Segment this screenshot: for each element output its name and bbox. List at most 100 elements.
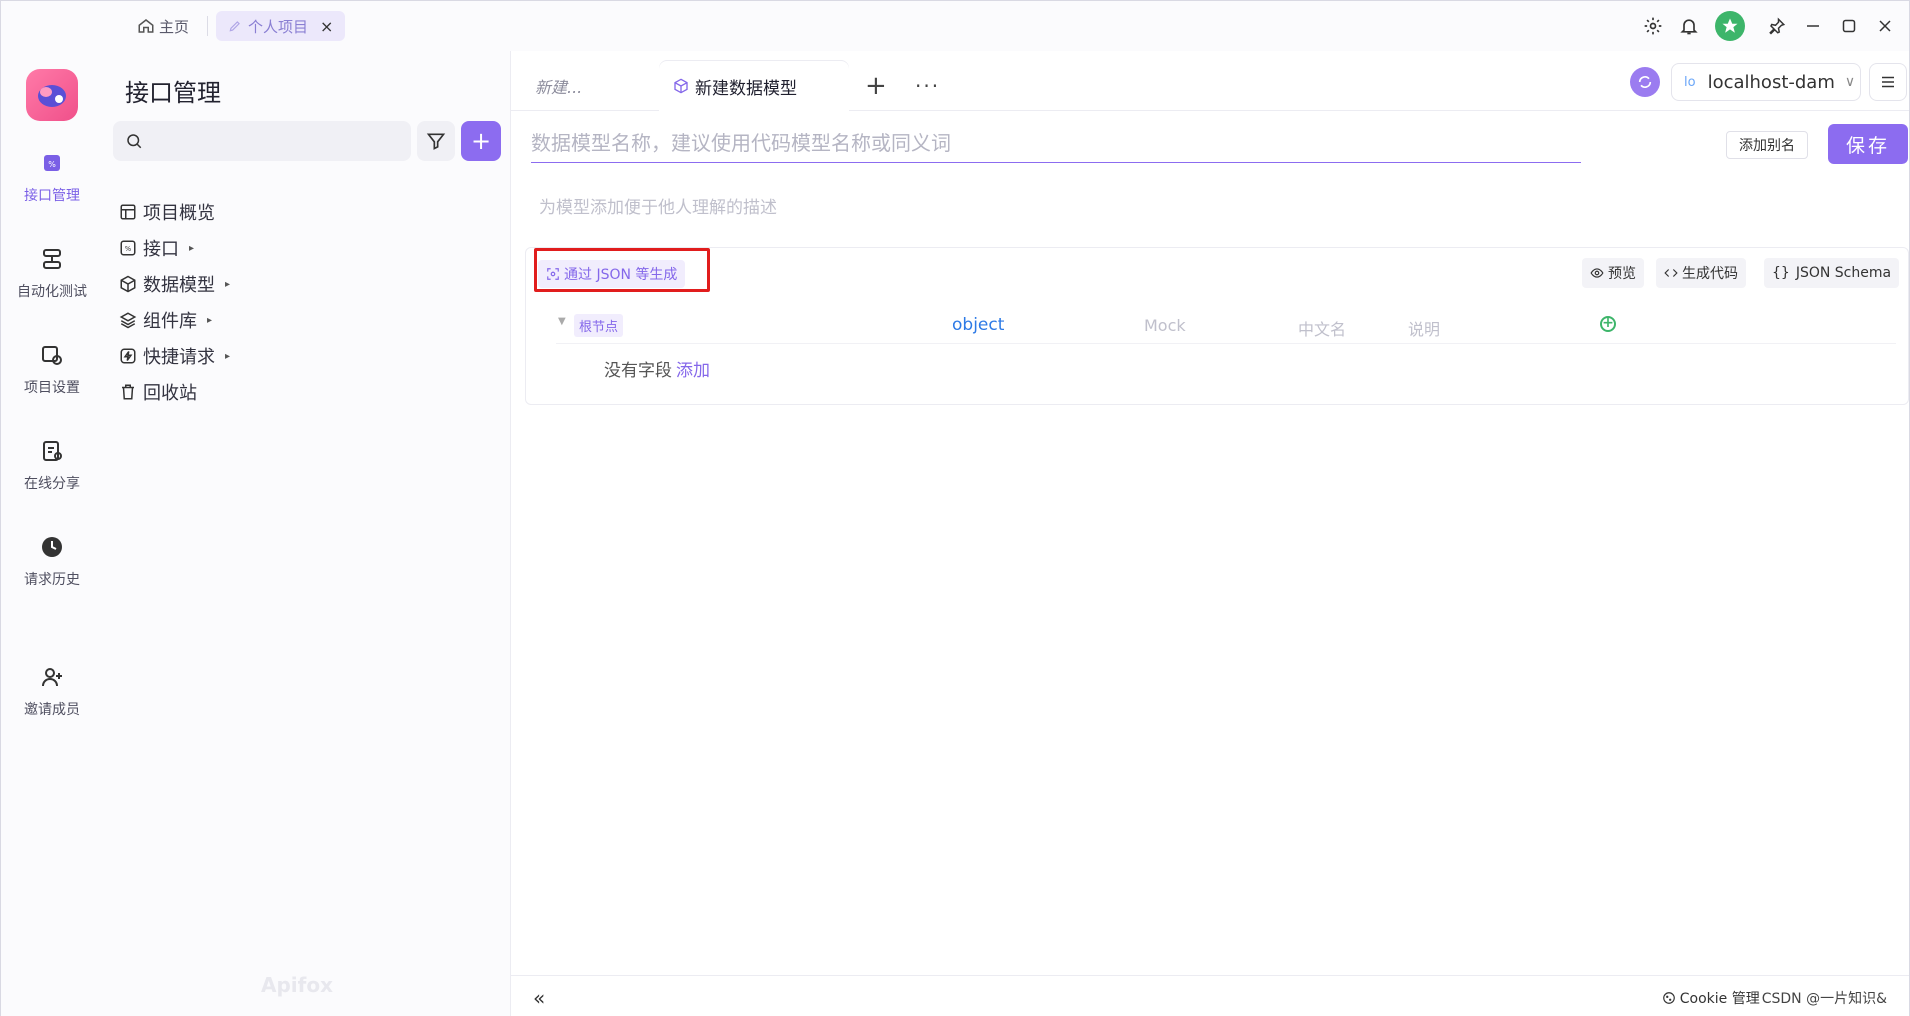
environment-badge: lo bbox=[1684, 74, 1696, 90]
project-tab[interactable]: 个人项目 × bbox=[216, 11, 346, 41]
star-icon bbox=[1722, 18, 1738, 33]
scan-icon bbox=[547, 268, 559, 280]
braces-icon: {} bbox=[1772, 265, 1790, 281]
left-rail: % 接口管理 自动化测试 项目设置 在线分享 请求历史 邀请成员 bbox=[1, 51, 103, 1016]
chevron-down-icon: ∨ bbox=[1844, 74, 1856, 90]
collapse-sidebar-icon[interactable]: « bbox=[533, 986, 545, 1010]
model-name-input[interactable] bbox=[531, 123, 1581, 163]
automation-icon bbox=[43, 249, 61, 269]
filter-button[interactable] bbox=[417, 121, 455, 161]
bottom-bar: « Cookie 管理 CSDN @一片知识& bbox=[511, 975, 1909, 1016]
json-schema-button[interactable]: {} JSON Schema bbox=[1764, 258, 1900, 288]
mock-input[interactable]: Mock bbox=[1144, 316, 1186, 335]
description-input[interactable]: 说明 bbox=[1408, 316, 1440, 340]
tree-label: 接口 bbox=[143, 239, 179, 260]
code-icon bbox=[1664, 269, 1678, 277]
environment-menu-button[interactable] bbox=[1869, 63, 1907, 101]
sidebar-title: 接口管理 bbox=[125, 79, 221, 107]
collapse-caret-icon[interactable]: ▼ bbox=[558, 316, 566, 327]
share-icon bbox=[43, 441, 62, 461]
maximize-icon[interactable] bbox=[1831, 8, 1867, 44]
cube-icon bbox=[120, 275, 136, 293]
add-button[interactable]: + bbox=[461, 121, 501, 161]
svg-text:%: % bbox=[125, 245, 132, 253]
tree-item-api[interactable]: % 接口 ▸ bbox=[119, 235, 194, 261]
add-alias-button[interactable]: 添加别名 bbox=[1726, 131, 1808, 159]
save-button[interactable]: 保存 bbox=[1828, 124, 1908, 164]
sync-icon bbox=[1638, 76, 1652, 88]
project-settings-icon bbox=[42, 346, 62, 365]
add-field-icon[interactable]: + bbox=[1600, 316, 1616, 332]
caret-icon[interactable]: ▸ bbox=[225, 351, 230, 362]
add-field-link[interactable]: 添加 bbox=[676, 361, 710, 381]
history-icon bbox=[42, 537, 62, 557]
menu-icon bbox=[1882, 76, 1894, 88]
divider bbox=[207, 16, 209, 36]
eye-icon bbox=[1590, 268, 1604, 278]
generate-code-button[interactable]: 生成代码 bbox=[1656, 258, 1746, 288]
rail-item-automation[interactable]: 自动化测试 bbox=[1, 247, 103, 301]
environment-name: localhost-dam bbox=[1707, 71, 1835, 93]
rail-item-share[interactable]: 在线分享 bbox=[1, 439, 103, 493]
tree-item-trash[interactable]: 回收站 bbox=[119, 379, 197, 405]
search-input[interactable] bbox=[113, 121, 411, 161]
minimize-icon[interactable] bbox=[1795, 8, 1831, 44]
rail-item-api[interactable]: % 接口管理 bbox=[1, 151, 103, 205]
pin-icon[interactable] bbox=[1759, 8, 1795, 44]
search-icon bbox=[127, 134, 142, 149]
invite-member-icon bbox=[42, 668, 62, 687]
api-icon: % bbox=[44, 155, 60, 171]
home-tab[interactable]: 主页 bbox=[125, 11, 201, 41]
close-window-icon[interactable] bbox=[1867, 8, 1903, 44]
bell-icon[interactable] bbox=[1671, 8, 1707, 44]
rail-item-invite[interactable]: 邀请成员 bbox=[1, 665, 103, 719]
more-tabs-button[interactable]: ··· bbox=[915, 61, 940, 111]
home-tab-label: 主页 bbox=[159, 17, 190, 36]
user-avatar[interactable] bbox=[1715, 11, 1745, 41]
rail-item-project-settings[interactable]: 项目设置 bbox=[1, 343, 103, 397]
empty-fields-message: 没有字段 添加 bbox=[604, 356, 710, 381]
environment-select[interactable]: lo localhost-dam ∨ bbox=[1671, 63, 1861, 101]
rail-label: 项目设置 bbox=[24, 380, 80, 396]
rail-label: 邀请成员 bbox=[24, 702, 80, 718]
tree-item-quick-request[interactable]: 快捷请求 ▸ bbox=[119, 343, 230, 369]
cookie-label: Cookie 管理 bbox=[1679, 991, 1760, 1007]
tab-label: 新建数据模型 bbox=[695, 78, 797, 99]
root-type-select[interactable]: object bbox=[952, 315, 1004, 335]
cookie-manager-button[interactable]: Cookie 管理 CSDN @一片知识& bbox=[1662, 988, 1887, 1008]
tree-label: 项目概览 bbox=[143, 203, 215, 224]
close-tab-icon[interactable]: × bbox=[320, 17, 333, 36]
chinese-name-input[interactable]: 中文名 bbox=[1298, 316, 1346, 340]
tree-item-components[interactable]: 组件库 ▸ bbox=[119, 307, 212, 333]
generate-from-json-button[interactable]: 通过 JSON 等生成 bbox=[538, 260, 686, 288]
generate-from-json-label: 通过 JSON 等生成 bbox=[564, 267, 678, 283]
caret-icon[interactable]: ▸ bbox=[207, 315, 212, 326]
tree-label: 回收站 bbox=[143, 383, 197, 404]
svg-text:%: % bbox=[48, 160, 56, 169]
settings-icon[interactable] bbox=[1635, 8, 1671, 44]
app-window: 主页 个人项目 × % 接口管理 自动化测试 项目设置 在线分享 请求历史 邀请… bbox=[0, 0, 1910, 1016]
json-schema-label: JSON Schema bbox=[1795, 265, 1892, 281]
rail-item-history[interactable]: 请求历史 bbox=[1, 535, 103, 589]
sync-button[interactable] bbox=[1630, 67, 1660, 97]
new-tab-button[interactable]: + bbox=[865, 61, 887, 111]
schema-editor: 通过 JSON 等生成 预览 生成代码 {} JSON Schema ▼ 根节点… bbox=[525, 247, 1909, 405]
tree-item-overview[interactable]: 项目概览 bbox=[119, 199, 215, 225]
tree-label: 组件库 bbox=[143, 311, 197, 332]
tree-item-data-model[interactable]: 数据模型 ▸ bbox=[119, 271, 230, 297]
cookie-icon bbox=[1662, 992, 1675, 1004]
main-panel: 新建... 新建数据模型 + ··· lo localhost-dam ∨ 添加… bbox=[511, 51, 1909, 1016]
no-fields-text: 没有字段 bbox=[604, 361, 672, 381]
tab-new-data-model[interactable]: 新建数据模型 bbox=[659, 61, 849, 111]
preview-button[interactable]: 预览 bbox=[1582, 258, 1644, 288]
csdn-watermark: CSDN @一片知识& bbox=[1761, 991, 1887, 1007]
caret-icon[interactable]: ▸ bbox=[225, 279, 230, 290]
apifox-watermark: Apifox bbox=[261, 973, 333, 997]
tab-bar: 新建... 新建数据模型 + ··· lo localhost-dam ∨ bbox=[511, 51, 1909, 111]
model-description-input[interactable]: 为模型添加便于他人理解的描述 bbox=[539, 193, 777, 218]
tab-draft[interactable]: 新建... bbox=[535, 61, 582, 111]
trash-icon bbox=[122, 384, 134, 400]
rail-label: 接口管理 bbox=[24, 188, 80, 204]
caret-icon[interactable]: ▸ bbox=[189, 243, 194, 254]
preview-label: 预览 bbox=[1608, 266, 1636, 282]
